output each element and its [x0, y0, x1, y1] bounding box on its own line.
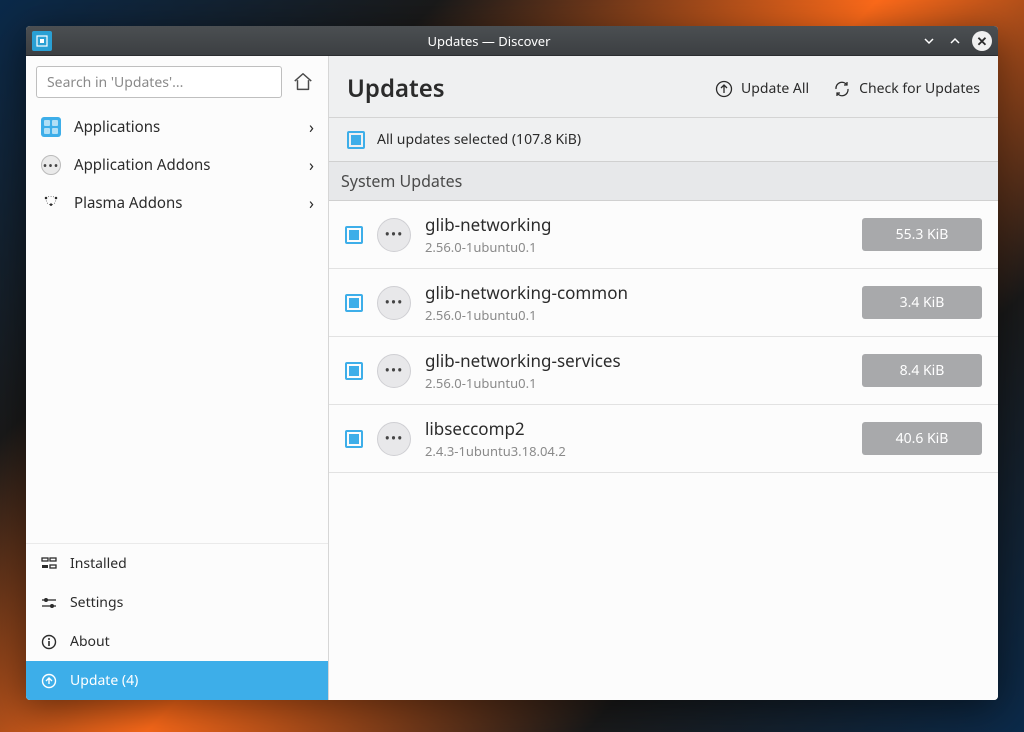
- package-size: 40.6 KiB: [862, 422, 982, 455]
- page-title: Updates: [347, 72, 691, 105]
- close-button[interactable]: ✕: [972, 31, 992, 51]
- package-name: glib-networking: [425, 213, 551, 236]
- category-list: Applications › ••• Application Addons › …: [26, 104, 328, 222]
- about-icon: [40, 633, 58, 651]
- content: Updates Update All Check for Updates All…: [329, 56, 998, 700]
- package-checkbox[interactable]: [345, 294, 363, 312]
- content-header: Updates Update All Check for Updates: [329, 56, 998, 118]
- package-icon: •••: [377, 354, 411, 388]
- search-placeholder: Search in 'Updates'...: [47, 73, 183, 92]
- chevron-right-icon: ›: [309, 116, 314, 138]
- applications-icon: [40, 116, 62, 138]
- package-text: glib-networking-common 2.56.0-1ubuntu0.1: [425, 281, 628, 324]
- bottom-nav: Installed Settings About: [26, 543, 328, 700]
- package-checkbox[interactable]: [345, 226, 363, 244]
- update-all-label: Update All: [741, 79, 809, 98]
- package-version: 2.4.3-1ubuntu3.18.04.2: [425, 442, 566, 460]
- check-updates-label: Check for Updates: [859, 79, 980, 98]
- body-split: Search in 'Updates'... Applications › ••…: [26, 56, 998, 700]
- discover-window: Updates — Discover ✕ Search in 'Updates'…: [26, 26, 998, 700]
- update-all-icon: [715, 80, 733, 98]
- window-title: Updates — Discover: [58, 32, 920, 50]
- sidebar-item-label: Application Addons: [74, 155, 211, 175]
- package-checkbox[interactable]: [345, 430, 363, 448]
- plasma-addons-icon: [40, 192, 62, 214]
- check-updates-button[interactable]: Check for Updates: [833, 79, 980, 98]
- minimize-button[interactable]: [920, 32, 938, 50]
- titlebar-controls: ✕: [920, 31, 992, 51]
- sidebar-item-applications[interactable]: Applications ›: [26, 108, 328, 146]
- chevron-right-icon: ›: [309, 192, 314, 214]
- update-icon: [40, 672, 58, 690]
- package-row[interactable]: ••• glib-networking-services 2.56.0-1ubu…: [329, 337, 998, 405]
- package-row[interactable]: ••• libseccomp2 2.4.3-1ubuntu3.18.04.2 4…: [329, 405, 998, 473]
- sidebar-top: Search in 'Updates'...: [26, 56, 328, 104]
- package-text: glib-networking 2.56.0-1ubuntu0.1: [425, 213, 551, 256]
- sidebar-item-plasma-addons[interactable]: Plasma Addons ›: [26, 184, 328, 222]
- sidebar-item-about[interactable]: About: [26, 622, 328, 661]
- package-version: 2.56.0-1ubuntu0.1: [425, 238, 551, 256]
- app-icon: [32, 31, 52, 51]
- package-row[interactable]: ••• glib-networking 2.56.0-1ubuntu0.1 55…: [329, 201, 998, 269]
- package-text: glib-networking-services 2.56.0-1ubuntu0…: [425, 349, 621, 392]
- package-text: libseccomp2 2.4.3-1ubuntu3.18.04.2: [425, 417, 566, 460]
- sidebar-item-label: Update (4): [70, 671, 138, 690]
- titlebar: Updates — Discover ✕: [26, 26, 998, 56]
- settings-icon: [40, 594, 58, 612]
- sidebar-item-installed[interactable]: Installed: [26, 544, 328, 583]
- package-name: libseccomp2: [425, 417, 566, 440]
- package-icon: •••: [377, 422, 411, 456]
- installed-icon: [40, 555, 58, 573]
- package-name: glib-networking-common: [425, 281, 628, 304]
- package-row[interactable]: ••• glib-networking-common 2.56.0-1ubunt…: [329, 269, 998, 337]
- package-name: glib-networking-services: [425, 349, 621, 372]
- package-size: 8.4 KiB: [862, 354, 982, 387]
- package-size: 55.3 KiB: [862, 218, 982, 251]
- chevron-right-icon: ›: [309, 154, 314, 176]
- sidebar: Search in 'Updates'... Applications › ••…: [26, 56, 329, 700]
- package-checkbox[interactable]: [345, 362, 363, 380]
- sidebar-item-label: Applications: [74, 117, 160, 137]
- sidebar-item-application-addons[interactable]: ••• Application Addons ›: [26, 146, 328, 184]
- update-all-button[interactable]: Update All: [715, 79, 809, 98]
- search-input[interactable]: Search in 'Updates'...: [36, 66, 282, 98]
- sidebar-item-label: Plasma Addons: [74, 193, 182, 213]
- section-header: System Updates: [329, 162, 998, 201]
- sidebar-item-label: Installed: [70, 554, 127, 573]
- package-icon: •••: [377, 218, 411, 252]
- application-addons-icon: •••: [40, 154, 62, 176]
- sidebar-item-settings[interactable]: Settings: [26, 583, 328, 622]
- refresh-icon: [833, 80, 851, 98]
- package-version: 2.56.0-1ubuntu0.1: [425, 374, 621, 392]
- maximize-button[interactable]: [946, 32, 964, 50]
- package-list: ••• glib-networking 2.56.0-1ubuntu0.1 55…: [329, 201, 998, 473]
- sidebar-spacer: [26, 222, 328, 543]
- sidebar-item-label: About: [70, 632, 110, 651]
- package-icon: •••: [377, 286, 411, 320]
- select-all-row: All updates selected (107.8 KiB): [329, 118, 998, 162]
- home-button[interactable]: [288, 67, 318, 97]
- select-all-label: All updates selected (107.8 KiB): [377, 130, 581, 149]
- sidebar-item-update[interactable]: Update (4): [26, 661, 328, 700]
- package-version: 2.56.0-1ubuntu0.1: [425, 306, 628, 324]
- package-size: 3.4 KiB: [862, 286, 982, 319]
- sidebar-item-label: Settings: [70, 593, 123, 612]
- select-all-checkbox[interactable]: [347, 131, 365, 149]
